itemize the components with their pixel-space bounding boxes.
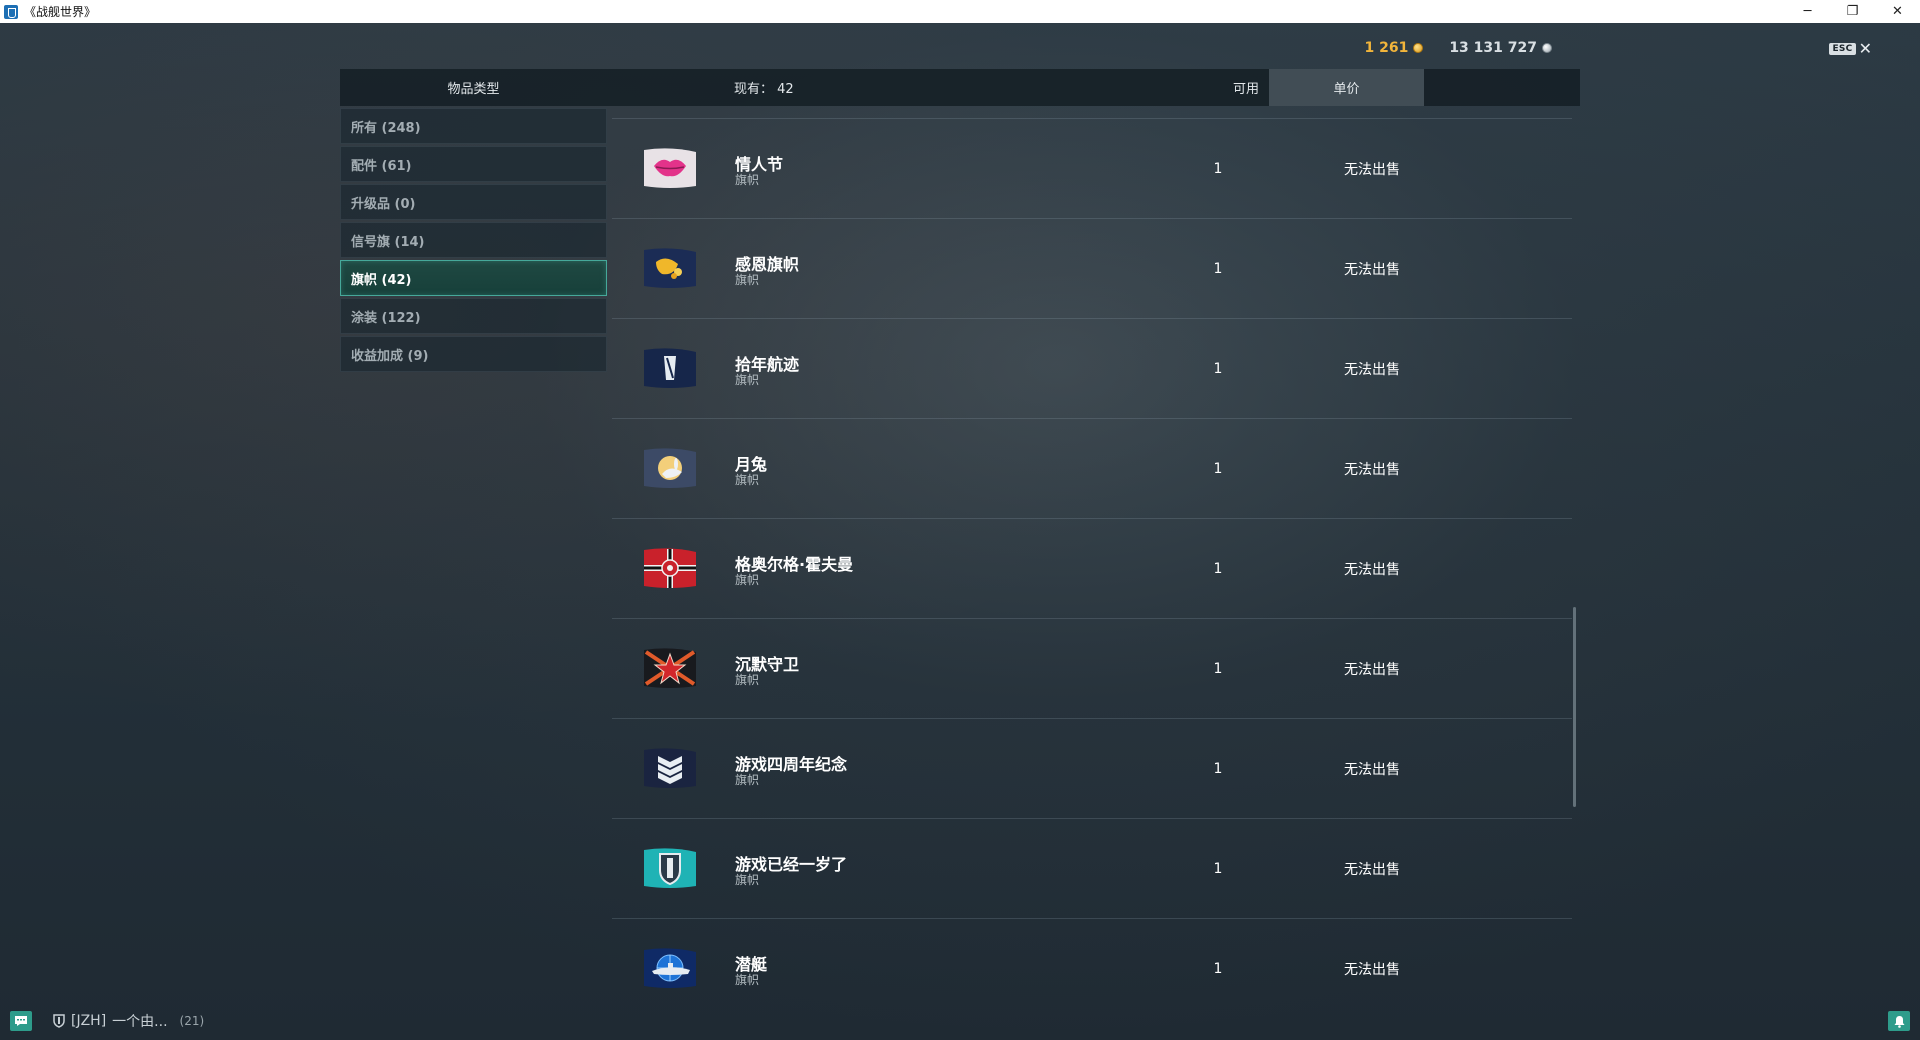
category-all[interactable]: 所有 (248) [340,108,607,144]
category-upgrades[interactable]: 升级品 (0) [340,184,607,220]
category-flags[interactable]: 旗帜 (42) [340,260,607,296]
valentine-lips-flag-icon [640,144,700,192]
item-price: 无法出售 [1344,862,1400,878]
item-type: 旗帜 [735,473,760,487]
item-price: 无法出售 [1344,162,1400,178]
silent-guard-star-flag-icon [640,644,700,692]
header-owned-count: 现有： 42 [734,82,794,97]
item-row[interactable]: 月兔 旗帜 1 无法出售 [612,419,1572,519]
gold-amount: 1 261 [1364,40,1409,56]
item-type: 旗帜 [735,673,760,687]
credits-balance: 13 131 727 [1449,40,1552,56]
category-signals[interactable]: 信号旗 (14) [340,222,607,258]
item-price: 无法出售 [1344,962,1400,978]
chat-icon [15,1016,27,1026]
gold-balance: 1 261 [1364,40,1424,56]
item-row[interactable]: 游戏四周年纪念 旗帜 1 无法出售 [612,719,1572,819]
category-sidebar: 所有 (248) 配件 (61) 升级品 (0) 信号旗 (14) 旗帜 (42… [340,108,607,374]
item-price: 无法出售 [1344,562,1400,578]
item-price: 无法出售 [1344,762,1400,778]
item-row[interactable]: 潜艇 旗帜 1 无法出售 [612,919,1572,1018]
georg-hoffmann-flag-icon [640,544,700,592]
item-row[interactable]: 游戏已经一岁了 旗帜 1 无法出售 [612,819,1572,919]
item-available: 1 [1213,161,1223,177]
doubloon-icon [1413,43,1424,53]
item-row[interactable]: 拾年航迹 旗帜 1 无法出售 [612,319,1572,419]
list-scrollbar[interactable] [1573,607,1576,807]
item-price: 无法出售 [1344,362,1400,378]
bell-icon [1894,1015,1904,1028]
item-available: 1 [1213,661,1223,677]
notifications-button[interactable] [1888,1011,1910,1031]
item-type: 旗帜 [735,373,760,387]
chat-button[interactable] [10,1011,32,1031]
clan-chat-preview[interactable]: [JZH] 一个由... (21) [53,1011,204,1031]
item-type: 旗帜 [735,173,760,187]
clan-shield-icon [53,1014,65,1028]
fourth-anniversary-flag-icon [640,744,700,792]
moon-rabbit-flag-icon [640,444,700,492]
item-available: 1 [1213,461,1223,477]
app-icon [4,4,18,19]
window-titlebar: 《战舰世界》 ─ ❐ ✕ [0,0,1920,23]
item-row[interactable]: 沉默守卫 旗帜 1 无法出售 [612,619,1572,719]
window-controls: ─ ❐ ✕ [1785,0,1920,23]
close-window-button[interactable]: ✕ [1875,0,1920,23]
chat-preview-text: 一个由... [112,1014,168,1030]
item-type: 旗帜 [735,273,760,287]
item-type: 旗帜 [735,973,760,987]
item-available: 1 [1213,961,1223,977]
first-anniversary-shield-flag-icon [640,844,700,892]
item-price: 无法出售 [1344,662,1400,678]
item-available: 1 [1213,561,1223,577]
submarine-flag-icon [640,944,700,992]
item-price: 无法出售 [1344,262,1400,278]
category-modules[interactable]: 配件 (61) [340,146,607,182]
item-row[interactable]: 格奥尔格·霍夫曼 旗帜 1 无法出售 [612,519,1572,619]
credits-amount: 13 131 727 [1449,40,1537,56]
header-category: 物品类型 [447,82,500,97]
close-icon: ✕ [1858,39,1872,58]
esc-close-button[interactable]: ESC ✕ [1829,39,1872,58]
item-price: 无法出售 [1344,462,1400,478]
item-type: 旗帜 [735,773,760,787]
item-available: 1 [1213,861,1223,877]
restore-button[interactable]: ❐ [1830,0,1875,23]
window-title: 《战舰世界》 [24,5,97,19]
chat-member-count: (21) [179,1014,205,1028]
thanksgiving-cornucopia-flag-icon [640,244,700,292]
currency-bar: 1 261 13 131 727 [1364,40,1552,56]
table-header: 物品类型 现有： 42 可用 单价 [340,69,1580,106]
header-price-sort[interactable]: 单价 [1269,69,1424,106]
credits-icon [1542,43,1552,53]
item-available: 1 [1213,761,1223,777]
item-row[interactable]: 情人节 旗帜 1 无法出售 [612,119,1572,219]
item-available: 1 [1213,361,1223,377]
ten-years-wake-flag-icon [640,344,700,392]
esc-key-icon: ESC [1829,43,1856,55]
clan-tag: [JZH] [71,1013,107,1029]
item-type: 旗帜 [735,873,760,887]
category-economic-bonuses[interactable]: 收益加成 (9) [340,336,607,372]
item-available: 1 [1213,261,1223,277]
minimize-button[interactable]: ─ [1785,0,1830,23]
item-type: 旗帜 [735,573,760,587]
item-row[interactable]: 感恩旗帜 旗帜 1 无法出售 [612,219,1572,319]
category-camouflage[interactable]: 涂装 (122) [340,298,607,334]
item-list: 情人节 旗帜 1 无法出售 感恩旗帜 旗帜 1 无法出售 拾年航迹 旗帜 1 无… [612,118,1572,1018]
